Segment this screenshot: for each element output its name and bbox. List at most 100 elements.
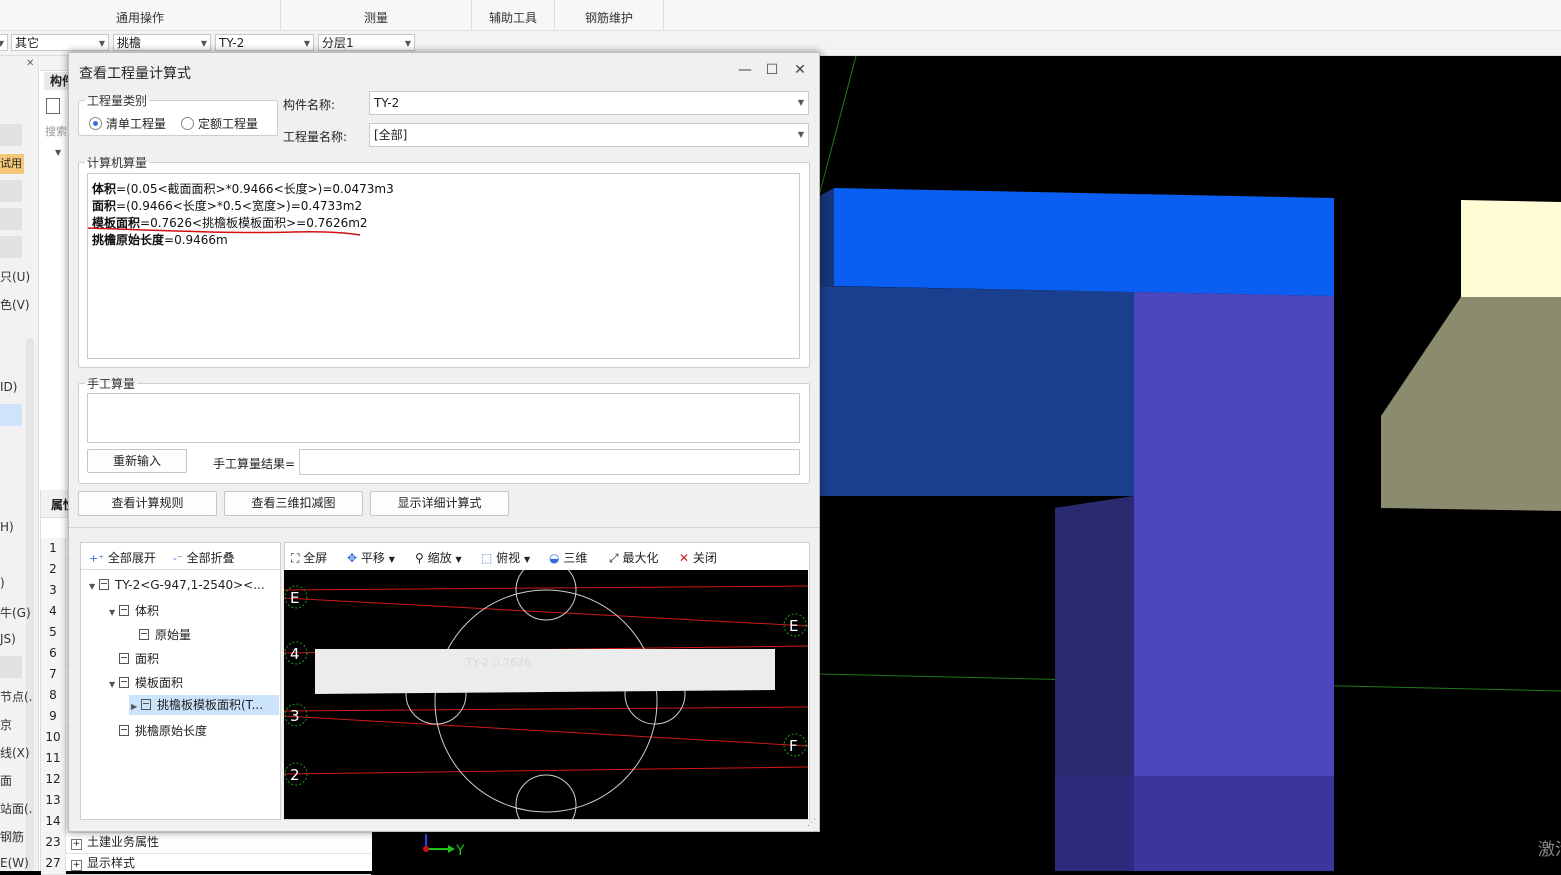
strip-button[interactable] — [0, 236, 22, 258]
tree-node-original-length[interactable]: 挑檐原始长度 — [119, 722, 207, 739]
component-search-input[interactable]: 搜索 — [45, 123, 67, 139]
maximize-view-button[interactable]: ⤢ 最大化 — [609, 549, 658, 566]
3d-button[interactable]: ◒ 三维 — [549, 549, 587, 566]
strip-button[interactable] — [0, 124, 22, 146]
category-combo[interactable]: 其它 ▼ — [11, 34, 109, 51]
splitter[interactable] — [69, 527, 819, 528]
strip-label[interactable]: 色(V) — [0, 296, 30, 313]
slab-top-face — [834, 188, 1334, 296]
expand-icon[interactable]: + — [71, 860, 82, 871]
show-detail-formula-button[interactable]: 显示详细计算式 — [370, 491, 509, 516]
tree-node-area[interactable]: 面积 — [119, 650, 159, 667]
tree-node-volume[interactable]: ▼ 体积 — [109, 602, 159, 619]
table-row[interactable]: 27 + 显示样式 — [41, 853, 371, 875]
close-icon[interactable]: ✕ — [26, 58, 34, 69]
row-number: 10 — [41, 727, 66, 748]
fullscreen-button[interactable]: ⛶ 全屏 — [291, 549, 327, 566]
ribbon-group-measure[interactable]: 测量 — [281, 0, 472, 30]
computer-calc-text[interactable]: 体积=(0.05<截面面积>*0.9466<长度>)=0.0473m3 面积=(… — [87, 173, 800, 359]
zoom-button[interactable]: ⚲ 缩放 ▼ — [415, 549, 462, 566]
layer-combo[interactable]: 分层1 ▼ — [318, 34, 415, 51]
strip-button[interactable] — [0, 180, 22, 202]
axis-marker: F — [789, 737, 798, 755]
strip-label[interactable]: 牛(G) — [0, 604, 31, 621]
strip-label[interactable]: 线(X) — [0, 744, 30, 761]
resize-grip-icon[interactable]: ⋰ — [807, 818, 816, 828]
document-icon — [139, 629, 149, 640]
strip-label[interactable]: 京 — [0, 716, 12, 733]
collapse-all-icon: -⁻ — [173, 552, 183, 565]
chevron-down-icon: ▼ — [524, 555, 531, 564]
tree-node-eave-formwork-area[interactable]: ▶ 挑檐板模板面积(T... — [129, 695, 279, 715]
chevron-down-icon: ▼ — [98, 39, 105, 48]
expand-all-icon: +⁺ — [89, 552, 105, 565]
radio-quota-quantity[interactable]: 定额工程量 — [181, 115, 258, 132]
row-number: 14 — [41, 811, 66, 832]
manual-result-input[interactable] — [299, 449, 800, 475]
trial-badge: 试用 — [0, 154, 24, 174]
ribbon-group-rebar[interactable]: 钢筋维护 — [555, 0, 664, 30]
strip-label[interactable]: H) — [0, 520, 14, 534]
strip-button-selected[interactable] — [0, 404, 22, 426]
strip-label[interactable]: 面 — [0, 772, 12, 789]
beam-side-face — [819, 286, 1137, 496]
row-number: 12 — [41, 769, 66, 790]
tree-node-component[interactable]: ▼ TY-2<G-947,1-2540><... — [89, 578, 265, 592]
radio-checked-icon — [89, 117, 102, 130]
pan-button[interactable]: ✥ 平移 ▼ — [347, 549, 395, 566]
top-view-button[interactable]: ⬚ 俯视 ▼ — [481, 549, 530, 566]
table-row[interactable]: 23 + 土建业务属性 — [41, 832, 371, 854]
strip-label[interactable]: 钢筋 — [0, 828, 24, 845]
chevron-down-icon[interactable]: ▼ — [55, 148, 61, 157]
document-icon — [141, 699, 151, 710]
strip-button[interactable] — [0, 656, 22, 678]
expand-all-button[interactable]: +⁺ 全部展开 — [89, 549, 156, 566]
view-calc-rules-button[interactable]: 查看计算规则 — [78, 491, 217, 516]
close-icon: ✕ — [679, 551, 690, 565]
ribbon-group-common[interactable]: 通用操作 — [0, 0, 281, 30]
component-combo[interactable]: TY-2 ▼ — [215, 34, 314, 51]
strip-label[interactable]: ID) — [0, 380, 17, 394]
plan-drawing-canvas[interactable]: TY-2 0.7626 E E 4 3 F 2 — [284, 570, 808, 819]
expand-icon[interactable]: + — [71, 839, 82, 850]
strip-label[interactable]: ) — [0, 576, 5, 590]
strip-label[interactable]: 只(U) — [0, 268, 30, 285]
view-3d-deduction-button[interactable]: 查看三维扣减图 — [224, 491, 363, 516]
manual-result-label: 手工算量结果= — [213, 457, 296, 471]
eave-slab-shape — [315, 649, 775, 694]
document-icon — [99, 579, 109, 590]
formula-line-area: 面积=(0.9466<长度>*0.5<宽度>)=0.4733m2 — [92, 199, 363, 213]
ribbon-group-aux-tools[interactable]: 辅助工具 — [472, 0, 555, 30]
strip-label[interactable]: JS) — [0, 632, 16, 646]
strip-label[interactable]: 站面(. — [0, 800, 33, 817]
strip-label[interactable]: E(W) — [0, 856, 29, 870]
collapse-all-button[interactable]: -⁻ 全部折叠 — [173, 549, 235, 566]
reinput-button[interactable]: 重新输入 — [87, 449, 187, 473]
strip-button[interactable] — [0, 208, 22, 230]
floor-combo[interactable]: ▼ — [0, 34, 8, 51]
element-label: TY-2 0.7626 — [465, 656, 531, 669]
quantity-name-label: 工程量名称: — [283, 130, 348, 144]
axis-marker: 2 — [290, 766, 300, 784]
document-icon — [119, 725, 129, 736]
axis-marker: 4 — [290, 645, 300, 663]
maximize-button[interactable]: ☐ — [760, 59, 784, 81]
document-icon — [119, 677, 129, 688]
new-component-icon[interactable] — [46, 98, 60, 114]
manual-calc-text[interactable] — [87, 393, 800, 443]
magnifier-icon: ⚲ — [415, 551, 424, 565]
formula-line-volume: 体积=(0.05<截面面积>*0.9466<长度>)=0.0473m3 — [92, 182, 394, 196]
close-view-button[interactable]: ✕ 关闭 — [679, 549, 717, 566]
tree-node-original-quantity[interactable]: 原始量 — [139, 626, 191, 643]
minimize-button[interactable]: — — [733, 59, 757, 81]
strip-label[interactable]: 节点(. — [0, 688, 33, 705]
quantity-name-select[interactable]: [全部] ▼ — [369, 123, 809, 147]
close-button[interactable]: ✕ — [788, 59, 812, 81]
radio-bill-quantity[interactable]: 清单工程量 — [89, 115, 166, 132]
activation-watermark: 激活 — [1538, 840, 1561, 860]
type-combo[interactable]: 挑檐 ▼ — [113, 34, 211, 51]
tree-node-formwork-area[interactable]: ▼ 模板面积 — [109, 674, 183, 691]
row-number: 1 — [41, 538, 66, 559]
row-number: 7 — [41, 664, 66, 685]
component-name-select[interactable]: TY-2 ▼ — [369, 91, 809, 115]
